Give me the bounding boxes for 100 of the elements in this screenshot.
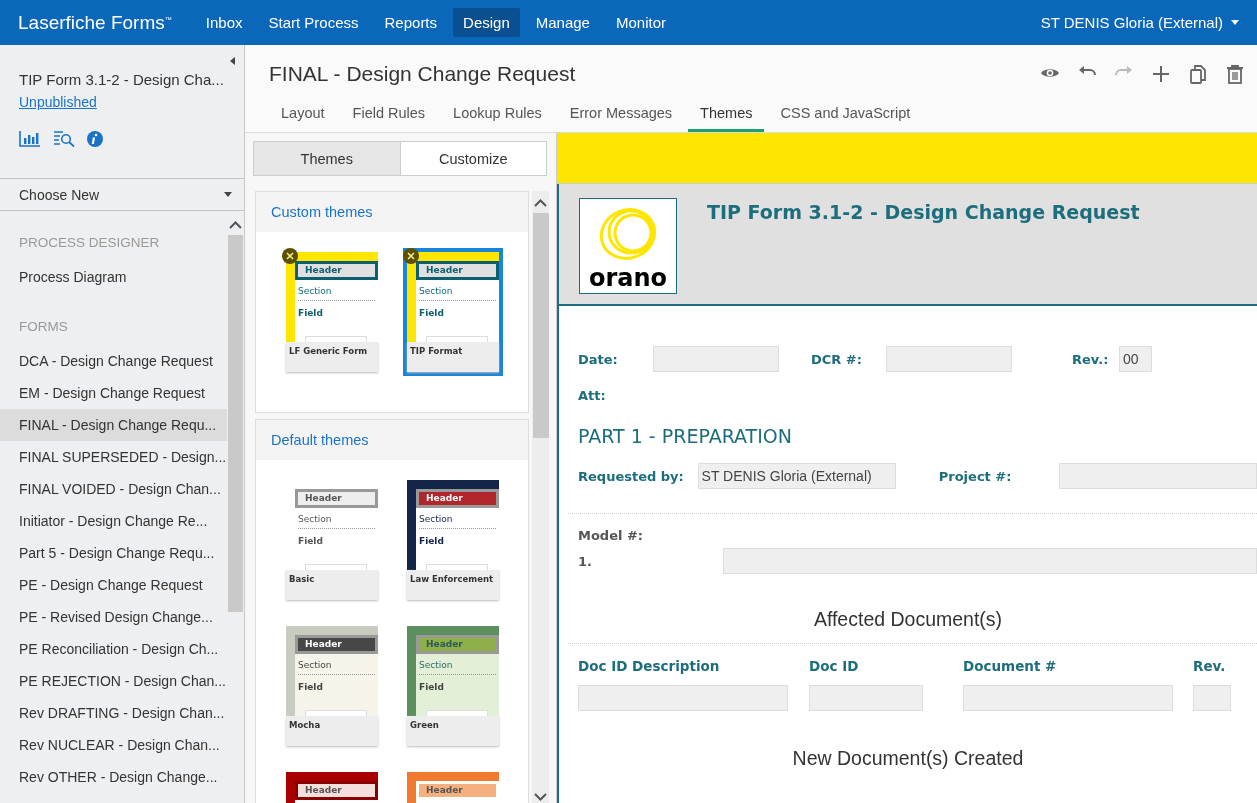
remove-icon[interactable]	[403, 248, 419, 264]
theme-thumbnail[interactable]: Header Section Field TIP Format	[403, 248, 503, 376]
text-field[interactable]	[809, 685, 923, 711]
editor-tab[interactable]: Error Messages	[557, 103, 685, 132]
section-heading: New Document(s) Created	[791, 747, 1025, 770]
logo-text: orano	[588, 264, 668, 292]
header-sample: Header	[416, 635, 499, 654]
form-title: TIP Form 3.1-2 - Design Cha...	[19, 71, 225, 88]
row-number: 1.	[578, 553, 593, 569]
field-label: Att:	[578, 388, 607, 403]
sidebar-item[interactable]: Rev OTHER - Design Change...	[0, 761, 227, 793]
header-sample: Header	[416, 489, 499, 508]
scroll-up-icon[interactable]	[534, 199, 547, 207]
field-label: DCR #:	[811, 351, 863, 367]
editor-tab[interactable]: Lookup Rules	[441, 103, 554, 132]
header-sample: Header	[295, 261, 378, 280]
field-label: Rev.:	[1072, 351, 1110, 367]
text-field[interactable]	[1059, 463, 1257, 489]
column-header: Rev.	[1193, 658, 1227, 674]
collapse-icon[interactable]	[230, 57, 235, 65]
field-label: Requested by:	[578, 468, 685, 484]
field-sample: Field	[298, 308, 324, 318]
section-sample: Section	[298, 660, 375, 675]
sidebar-item[interactable]: FINAL VOIDED - Design Chan...	[0, 473, 227, 505]
header-sample: Header	[295, 635, 378, 654]
sidebar-item[interactable]: Process Diagram	[0, 261, 227, 293]
theme-name: Law Enforcement	[407, 570, 499, 600]
column-header: Document #	[963, 658, 1058, 674]
text-field[interactable]	[1193, 685, 1231, 711]
header-sample: Header	[416, 781, 499, 800]
bar-chart-icon[interactable]	[19, 130, 41, 147]
column-header: Doc ID Description	[578, 658, 721, 674]
field-label: Date:	[578, 351, 619, 367]
user-menu[interactable]: ST DENIS Gloria (External)	[1040, 14, 1223, 31]
editor-tab[interactable]: CSS and JavaScript	[768, 103, 923, 132]
form-title: TIP Form 3.1-2 - Design Change Request	[707, 201, 1140, 225]
status-link[interactable]: Unpublished	[19, 94, 97, 110]
field-sample: Field	[298, 682, 324, 692]
section-sample: Section	[419, 514, 496, 529]
field-sample: Field	[419, 308, 445, 318]
app-logo: Laserfiche Forms$^{™}$	[18, 11, 172, 34]
sidebar-item[interactable]: DCA - Design Change Request	[0, 345, 227, 377]
theme-name: TIP Format	[407, 342, 499, 372]
sidebar-item[interactable]: PE Reconciliation - Design Ch...	[0, 633, 227, 665]
caret-down-icon	[224, 192, 232, 197]
field-label: Model #:	[578, 528, 645, 543]
choose-new-dropdown[interactable]: Choose New	[19, 186, 100, 203]
section-sample: Section	[419, 286, 496, 301]
scrollbar-thumb[interactable]	[228, 235, 243, 612]
column-header: Doc ID	[809, 658, 860, 674]
sidebar-item[interactable]: Initiator - Design Change Re...	[0, 505, 227, 537]
page-title: FINAL - Design Change Request	[269, 61, 576, 86]
field-sample: Field	[419, 682, 445, 692]
nav-tab[interactable]: Inbox	[195, 8, 253, 37]
group-title: Default themes	[256, 420, 528, 460]
sidebar-item[interactable]: PE REJECTION - Design Chan...	[0, 665, 227, 697]
text-field[interactable]	[578, 685, 788, 711]
copy-icon[interactable]	[1188, 64, 1208, 84]
text-field[interactable]	[963, 685, 1173, 711]
header-sample: Header	[295, 489, 378, 508]
field-label: Project #:	[938, 468, 1013, 484]
nav-tab[interactable]: Reports	[374, 8, 448, 37]
sidebar-item[interactable]: FINAL SUPERSEDED - Design...	[0, 441, 227, 473]
editor-tab[interactable]: Layout	[269, 103, 337, 132]
sidebar-item[interactable]: PE - Design Change Request	[0, 569, 227, 601]
sidebar-item[interactable]: Rev DRAFTING - Design Chan...	[0, 697, 227, 729]
section-sample: Section	[419, 660, 496, 675]
editor-tab[interactable]: Field Rules	[340, 103, 438, 132]
theme-name: Basic	[286, 570, 378, 600]
text-field[interactable]: 00	[1119, 346, 1152, 372]
text-field[interactable]	[886, 346, 1012, 372]
info-icon[interactable]	[87, 130, 103, 147]
section-heading: FORMS	[18, 318, 69, 336]
scroll-down-icon[interactable]	[534, 793, 547, 801]
scroll-up-icon[interactable]	[229, 221, 242, 229]
section-heading: PROCESS DESIGNER	[18, 234, 161, 252]
scrollbar-thumb[interactable]	[532, 213, 549, 438]
text-field[interactable]	[723, 548, 1257, 574]
sidebar-item[interactable]: Part 5 - Design Change Requ...	[0, 537, 227, 569]
nav-tab[interactable]: Manage	[525, 8, 600, 37]
sidebar-item[interactable]: Rev NUCLEAR - Design Chan...	[0, 729, 227, 761]
header-sample: Header	[295, 781, 378, 800]
plus-icon[interactable]	[1151, 64, 1171, 84]
nav-tab[interactable]: Design	[453, 8, 520, 37]
panel-tab[interactable]: Themes	[254, 142, 400, 175]
group-title: Custom themes	[256, 192, 528, 232]
nav-tab[interactable]: Start Process	[258, 8, 369, 37]
section-sample: Section	[298, 514, 375, 529]
theme-name: LF Generic Form	[286, 342, 378, 372]
remove-icon[interactable]	[282, 248, 298, 264]
text-field[interactable]	[653, 346, 779, 372]
sidebar-item[interactable]: FINAL - Design Change Requ...	[0, 409, 227, 441]
nav-tab[interactable]: Monitor	[605, 8, 676, 37]
sidebar-item[interactable]: EM - Design Change Request	[0, 377, 227, 409]
trash-icon[interactable]	[1225, 64, 1245, 84]
section-heading: Affected Document(s)	[812, 608, 1004, 631]
sidebar-item[interactable]: PE - Revised Design Change...	[0, 601, 227, 633]
text-field[interactable]: ST DENIS Gloria (External)	[697, 463, 897, 489]
panel-tab[interactable]: Customize	[399, 142, 546, 175]
list-search-icon[interactable]	[53, 130, 75, 147]
